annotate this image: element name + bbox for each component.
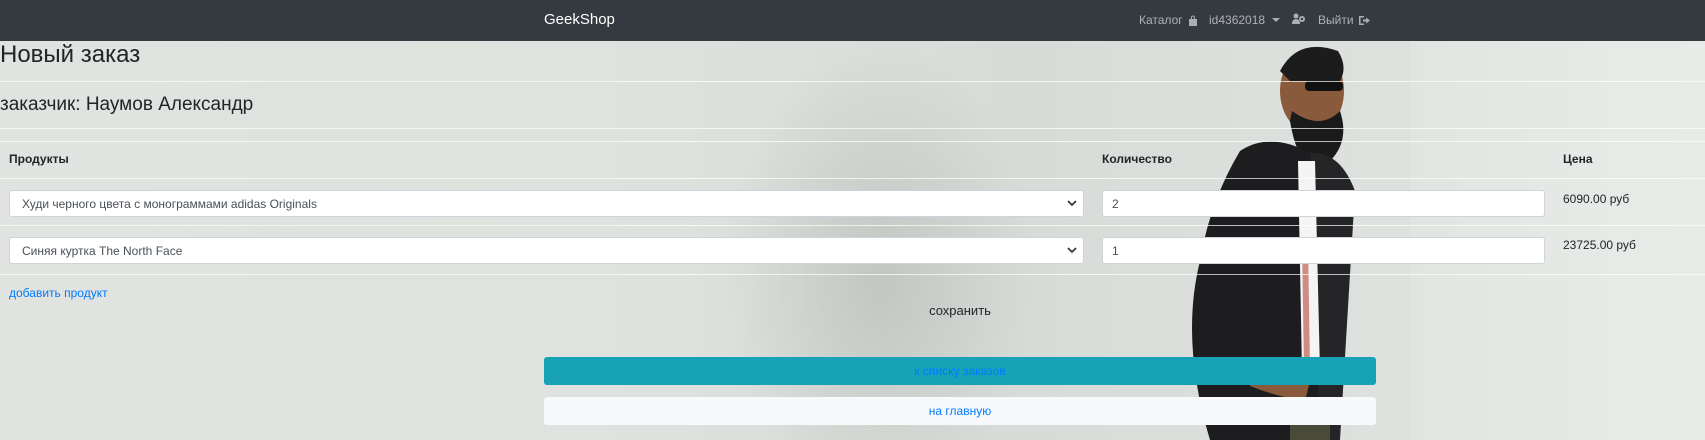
brand-link[interactable]: GeekShop (544, 11, 615, 28)
orders-list-button[interactable]: к списку заказов (544, 357, 1376, 385)
price-value: 6090.00 руб (1563, 192, 1630, 206)
chevron-down-icon (1067, 247, 1077, 254)
shopping-bag-icon (1188, 15, 1197, 26)
product-select[interactable]: Синяя куртка The North Face (9, 237, 1084, 264)
customer-name: заказчик: Наумов Александр (0, 94, 254, 115)
sign-out-icon (1358, 15, 1370, 25)
header-price: Цена (1563, 152, 1593, 166)
chevron-down-icon (1067, 200, 1077, 207)
divider (0, 274, 1705, 275)
page-title: Новый заказ (0, 41, 141, 68)
catalog-link[interactable]: Каталог (1139, 13, 1198, 27)
divider (0, 178, 1705, 179)
caret-down-icon (1272, 18, 1281, 22)
product-select-value: Худи черного цвета с монограммами adidas… (22, 197, 317, 211)
users-cog-icon (1292, 13, 1305, 24)
save-button[interactable]: сохранить (544, 303, 1376, 318)
divider (0, 225, 1705, 226)
user-dropdown[interactable]: id4362018 (1209, 13, 1281, 27)
header-quantity: Количество (1102, 152, 1172, 166)
quantity-input[interactable]: 2 (1102, 190, 1545, 217)
header-products: Продукты (9, 152, 69, 166)
order-form: Новый заказ заказчик: Наумов Александр П… (0, 41, 1705, 440)
user-label: id4362018 (1209, 13, 1266, 27)
navbar: GeekShop Каталог id4362018 Выйти (0, 0, 1705, 41)
quantity-input[interactable]: 1 (1102, 237, 1545, 264)
logout-label: Выйти (1318, 13, 1354, 27)
home-button[interactable]: на главную (544, 397, 1376, 425)
add-product-link[interactable]: добавить продукт (9, 286, 108, 300)
divider (0, 128, 1705, 129)
admin-link[interactable] (1292, 13, 1306, 24)
divider (0, 81, 1705, 82)
price-value: 23725.00 руб (1563, 238, 1636, 252)
divider (0, 141, 1705, 142)
product-select[interactable]: Худи черного цвета с монограммами adidas… (9, 190, 1084, 217)
logout-link[interactable]: Выйти (1318, 13, 1370, 27)
catalog-label: Каталог (1139, 13, 1183, 27)
product-select-value: Синяя куртка The North Face (22, 244, 183, 258)
